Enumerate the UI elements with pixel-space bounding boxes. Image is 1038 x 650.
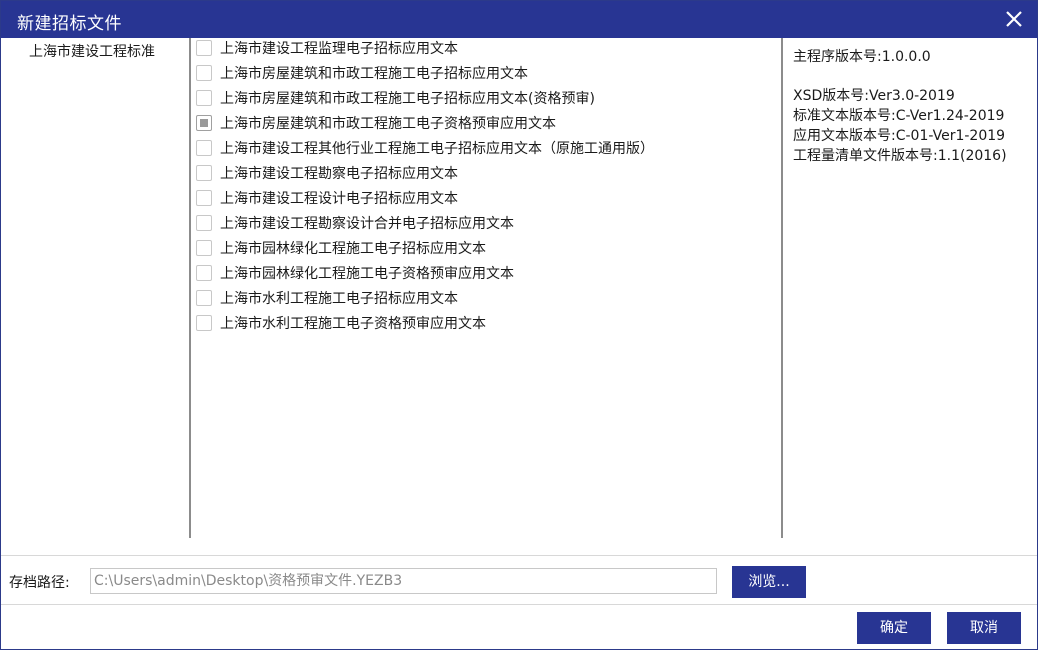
template-list: 上海市建设工程监理电子招标应用文本 上海市房屋建筑和市政工程施工电子招标应用文本上… xyxy=(191,38,781,538)
cancel-button[interactable]: 取消 xyxy=(947,612,1021,644)
save-path-label: 存档路径: xyxy=(9,575,70,591)
template-option[interactable]: 上海市建设工程勘察电子招标应用文本 xyxy=(196,161,458,185)
divider xyxy=(1,555,1037,556)
checkbox[interactable] xyxy=(196,115,212,131)
template-option-label: 上海市房屋建筑和市政工程施工电子招标应用文本(资格预审) xyxy=(220,91,595,107)
close-icon xyxy=(1006,11,1022,27)
close-button[interactable] xyxy=(1001,6,1027,32)
template-option[interactable]: 上海市建设工程其他行业工程施工电子招标应用文本（原施工通用版） xyxy=(196,136,654,160)
checkbox[interactable] xyxy=(196,315,212,331)
template-option-label: 上海市房屋建筑和市政工程施工电子招标应用文本 xyxy=(220,66,528,82)
program-version: 主程序版本号:1.0.0.0 xyxy=(793,49,931,65)
browse-button[interactable]: 浏览... xyxy=(732,566,806,598)
checkbox[interactable] xyxy=(196,90,212,106)
standard-text-version: 标准文本版本号:C-Ver1.24-2019 xyxy=(793,108,1005,124)
version-info-panel: 主程序版本号:1.0.0.0 XSD版本号:Ver3.0-2019 标准文本版本… xyxy=(793,38,1033,538)
template-option-label: 上海市园林绿化工程施工电子招标应用文本 xyxy=(220,241,486,257)
template-option[interactable]: 上海市水利工程施工电子资格预审应用文本 xyxy=(196,311,486,335)
template-option[interactable]: 上海市园林绿化工程施工电子招标应用文本 xyxy=(196,236,486,260)
checkbox[interactable] xyxy=(196,240,212,256)
template-option[interactable]: 上海市建设工程监理电子招标应用文本 xyxy=(196,36,458,60)
save-path-input[interactable]: C:\Users\admin\Desktop\资格预审文件.YEZB3 xyxy=(90,568,717,594)
template-option-label: 上海市水利工程施工电子招标应用文本 xyxy=(220,291,458,307)
template-option[interactable]: 上海市园林绿化工程施工电子资格预审应用文本 xyxy=(196,261,514,285)
checkbox[interactable] xyxy=(196,65,212,81)
checkbox[interactable] xyxy=(196,140,212,156)
template-option-label: 上海市建设工程其他行业工程施工电子招标应用文本（原施工通用版） xyxy=(220,141,654,157)
template-option[interactable]: 上海市建设工程设计电子招标应用文本 xyxy=(196,186,458,210)
template-option[interactable]: 上海市房屋建筑和市政工程施工电子资格预审应用文本 xyxy=(196,111,556,135)
template-option-label: 上海市建设工程监理电子招标应用文本 xyxy=(220,41,458,57)
template-option-label: 上海市水利工程施工电子资格预审应用文本 xyxy=(220,316,486,332)
standard-tree: 上海市建设工程标准 xyxy=(1,38,189,538)
template-option-label: 上海市建设工程勘察电子招标应用文本 xyxy=(220,166,458,182)
template-option[interactable]: 上海市水利工程施工电子招标应用文本 xyxy=(196,286,458,310)
checkbox[interactable] xyxy=(196,215,212,231)
template-option-label: 上海市建设工程勘察设计合并电子招标应用文本 xyxy=(220,216,514,232)
template-option[interactable]: 上海市房屋建筑和市政工程施工电子招标应用文本(资格预审) xyxy=(196,86,595,110)
checkbox[interactable] xyxy=(196,190,212,206)
checkbox[interactable] xyxy=(196,40,212,56)
bill-of-quantities-version: 工程量清单文件版本号:1.1(2016) xyxy=(793,148,1007,164)
template-option-label: 上海市房屋建筑和市政工程施工电子资格预审应用文本 xyxy=(220,116,556,132)
checkbox[interactable] xyxy=(196,265,212,281)
divider xyxy=(1,604,1037,605)
xsd-version: XSD版本号:Ver3.0-2019 xyxy=(793,88,955,104)
checkbox[interactable] xyxy=(196,165,212,181)
checkbox[interactable] xyxy=(196,290,212,306)
template-option-label: 上海市园林绿化工程施工电子资格预审应用文本 xyxy=(220,266,514,282)
tree-item-shanghai-standard[interactable]: 上海市建设工程标准 xyxy=(29,41,155,61)
pane-divider-right xyxy=(781,38,783,538)
template-option[interactable]: 上海市房屋建筑和市政工程施工电子招标应用文本 xyxy=(196,61,528,85)
window-title: 新建招标文件 xyxy=(17,14,122,34)
ok-button[interactable]: 确定 xyxy=(857,612,931,644)
template-option[interactable]: 上海市建设工程勘察设计合并电子招标应用文本 xyxy=(196,211,514,235)
new-tender-file-dialog: 新建招标文件 上海市建设工程标准 上海市建设工程监理电子招标应用文本上海市房屋建… xyxy=(0,0,1038,650)
title-bar: 新建招标文件 xyxy=(1,1,1037,38)
application-text-version: 应用文本版本号:C-01-Ver1-2019 xyxy=(793,128,1006,144)
template-option-label: 上海市建设工程设计电子招标应用文本 xyxy=(220,191,458,207)
